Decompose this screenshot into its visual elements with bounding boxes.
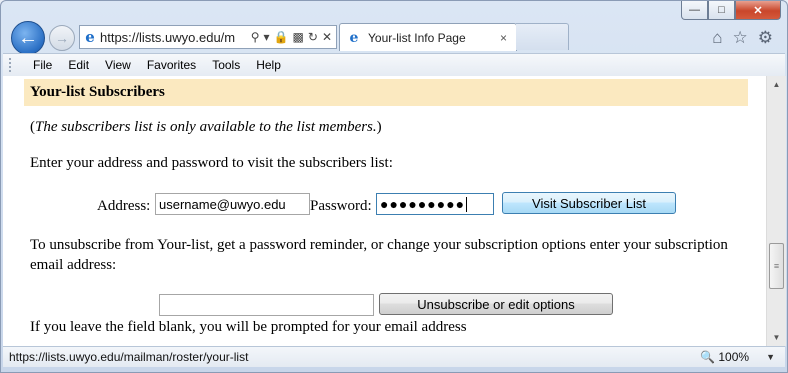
menu-bar: File Edit View Favorites Tools Help [3, 53, 785, 77]
forward-arrow-icon: → [55, 30, 69, 46]
browser-window: — □ ✕ ← → e https://lists.uwyo.edu/m ⚲ ▾… [0, 0, 788, 373]
enter-credentials-text: Enter your address and password to visit… [30, 155, 393, 171]
section-title: Your-list Subscribers [30, 84, 165, 100]
vertical-scrollbar[interactable]: ▲ ≡ ▼ [766, 76, 786, 346]
menu-help[interactable]: Help [248, 58, 289, 72]
minimize-button[interactable]: — [681, 1, 708, 20]
visit-subscriber-list-button[interactable]: Visit Subscriber List [502, 192, 676, 214]
back-button[interactable]: ← [11, 21, 45, 55]
zoom-dropdown-icon[interactable]: ▼ [766, 352, 775, 362]
unsubscribe-email-input[interactable] [159, 294, 374, 316]
zoom-level: 100% [718, 350, 750, 364]
blank-field-note: If you leave the field blank, you will b… [30, 319, 467, 335]
text-caret [466, 196, 468, 212]
dropdown-arrow-icon[interactable]: ▾ [264, 30, 270, 44]
unsubscribe-text-line2: email address: [30, 257, 117, 273]
address-bar[interactable]: e https://lists.uwyo.edu/m ⚲ ▾ 🔒 ▩ ↻ ✕ [79, 25, 337, 49]
menu-favorites[interactable]: Favorites [139, 58, 204, 72]
members-only-note-italic: The subscribers list is only available t… [35, 119, 377, 135]
menu-edit[interactable]: Edit [60, 58, 97, 72]
ie-page-icon: e [85, 28, 95, 46]
window-caption-buttons: — □ ✕ [681, 1, 781, 20]
menu-view[interactable]: View [97, 58, 139, 72]
password-input[interactable]: ●●●●●●●●● [376, 193, 494, 215]
address-input[interactable]: username@uwyo.edu [155, 193, 310, 215]
status-bar: https://lists.uwyo.edu/mailman/roster/yo… [3, 346, 785, 367]
forward-button[interactable]: → [49, 25, 75, 51]
compat-view-icon[interactable]: ▩ [293, 30, 304, 44]
address-bar-tools: ⚲ ▾ 🔒 ▩ ↻ ✕ [251, 30, 336, 44]
new-tab-button[interactable] [516, 23, 569, 50]
maximize-button[interactable]: □ [708, 1, 735, 20]
scroll-up-arrow-icon[interactable]: ▲ [767, 76, 786, 93]
tab-your-list-info[interactable]: e Your-list Info Page × [339, 23, 517, 51]
unsubscribe-edit-options-button[interactable]: Unsubscribe or edit options [379, 293, 613, 315]
stop-icon[interactable]: ✕ [322, 30, 332, 44]
section-header: Your-list Subscribers [24, 79, 748, 106]
members-only-note: (The subscribers list is only available … [30, 119, 382, 135]
menu-tools[interactable]: Tools [204, 58, 248, 72]
tab-page-icon: e [349, 29, 359, 46]
scroll-down-arrow-icon[interactable]: ▼ [767, 329, 786, 346]
zoom-magnifier-icon: 🔍 [700, 350, 716, 364]
status-url: https://lists.uwyo.edu/mailman/roster/yo… [9, 350, 249, 364]
favorites-star-icon[interactable]: ☆ [733, 28, 748, 48]
tab-title: Your-list Info Page [368, 30, 466, 45]
home-icon[interactable]: ⌂ [712, 28, 722, 48]
password-label: Password: [310, 198, 372, 214]
page-content: Your-list Subscribers (The subscribers l… [3, 76, 766, 346]
tab-close-icon[interactable]: × [500, 31, 516, 45]
search-icon[interactable]: ⚲ [251, 30, 260, 44]
password-mask: ●●●●●●●●● [380, 196, 466, 212]
menu-grip [9, 58, 17, 72]
zoom-control[interactable]: 🔍 100% ▼ [700, 350, 785, 364]
browser-toolbar-icons: ⌂ ☆ ⚙ [712, 28, 773, 48]
unsubscribe-text-line1: To unsubscribe from Your-list, get a pas… [30, 237, 728, 253]
close-window-button[interactable]: ✕ [735, 1, 781, 20]
menu-file[interactable]: File [25, 58, 60, 72]
gear-icon[interactable]: ⚙ [758, 28, 773, 48]
address-url[interactable]: https://lists.uwyo.edu/m [100, 30, 251, 45]
back-arrow-icon: ← [18, 26, 38, 49]
refresh-icon[interactable]: ↻ [308, 30, 318, 44]
lock-icon[interactable]: 🔒 [274, 30, 289, 44]
scrollbar-thumb[interactable]: ≡ [769, 243, 784, 289]
address-label: Address: [97, 198, 151, 214]
